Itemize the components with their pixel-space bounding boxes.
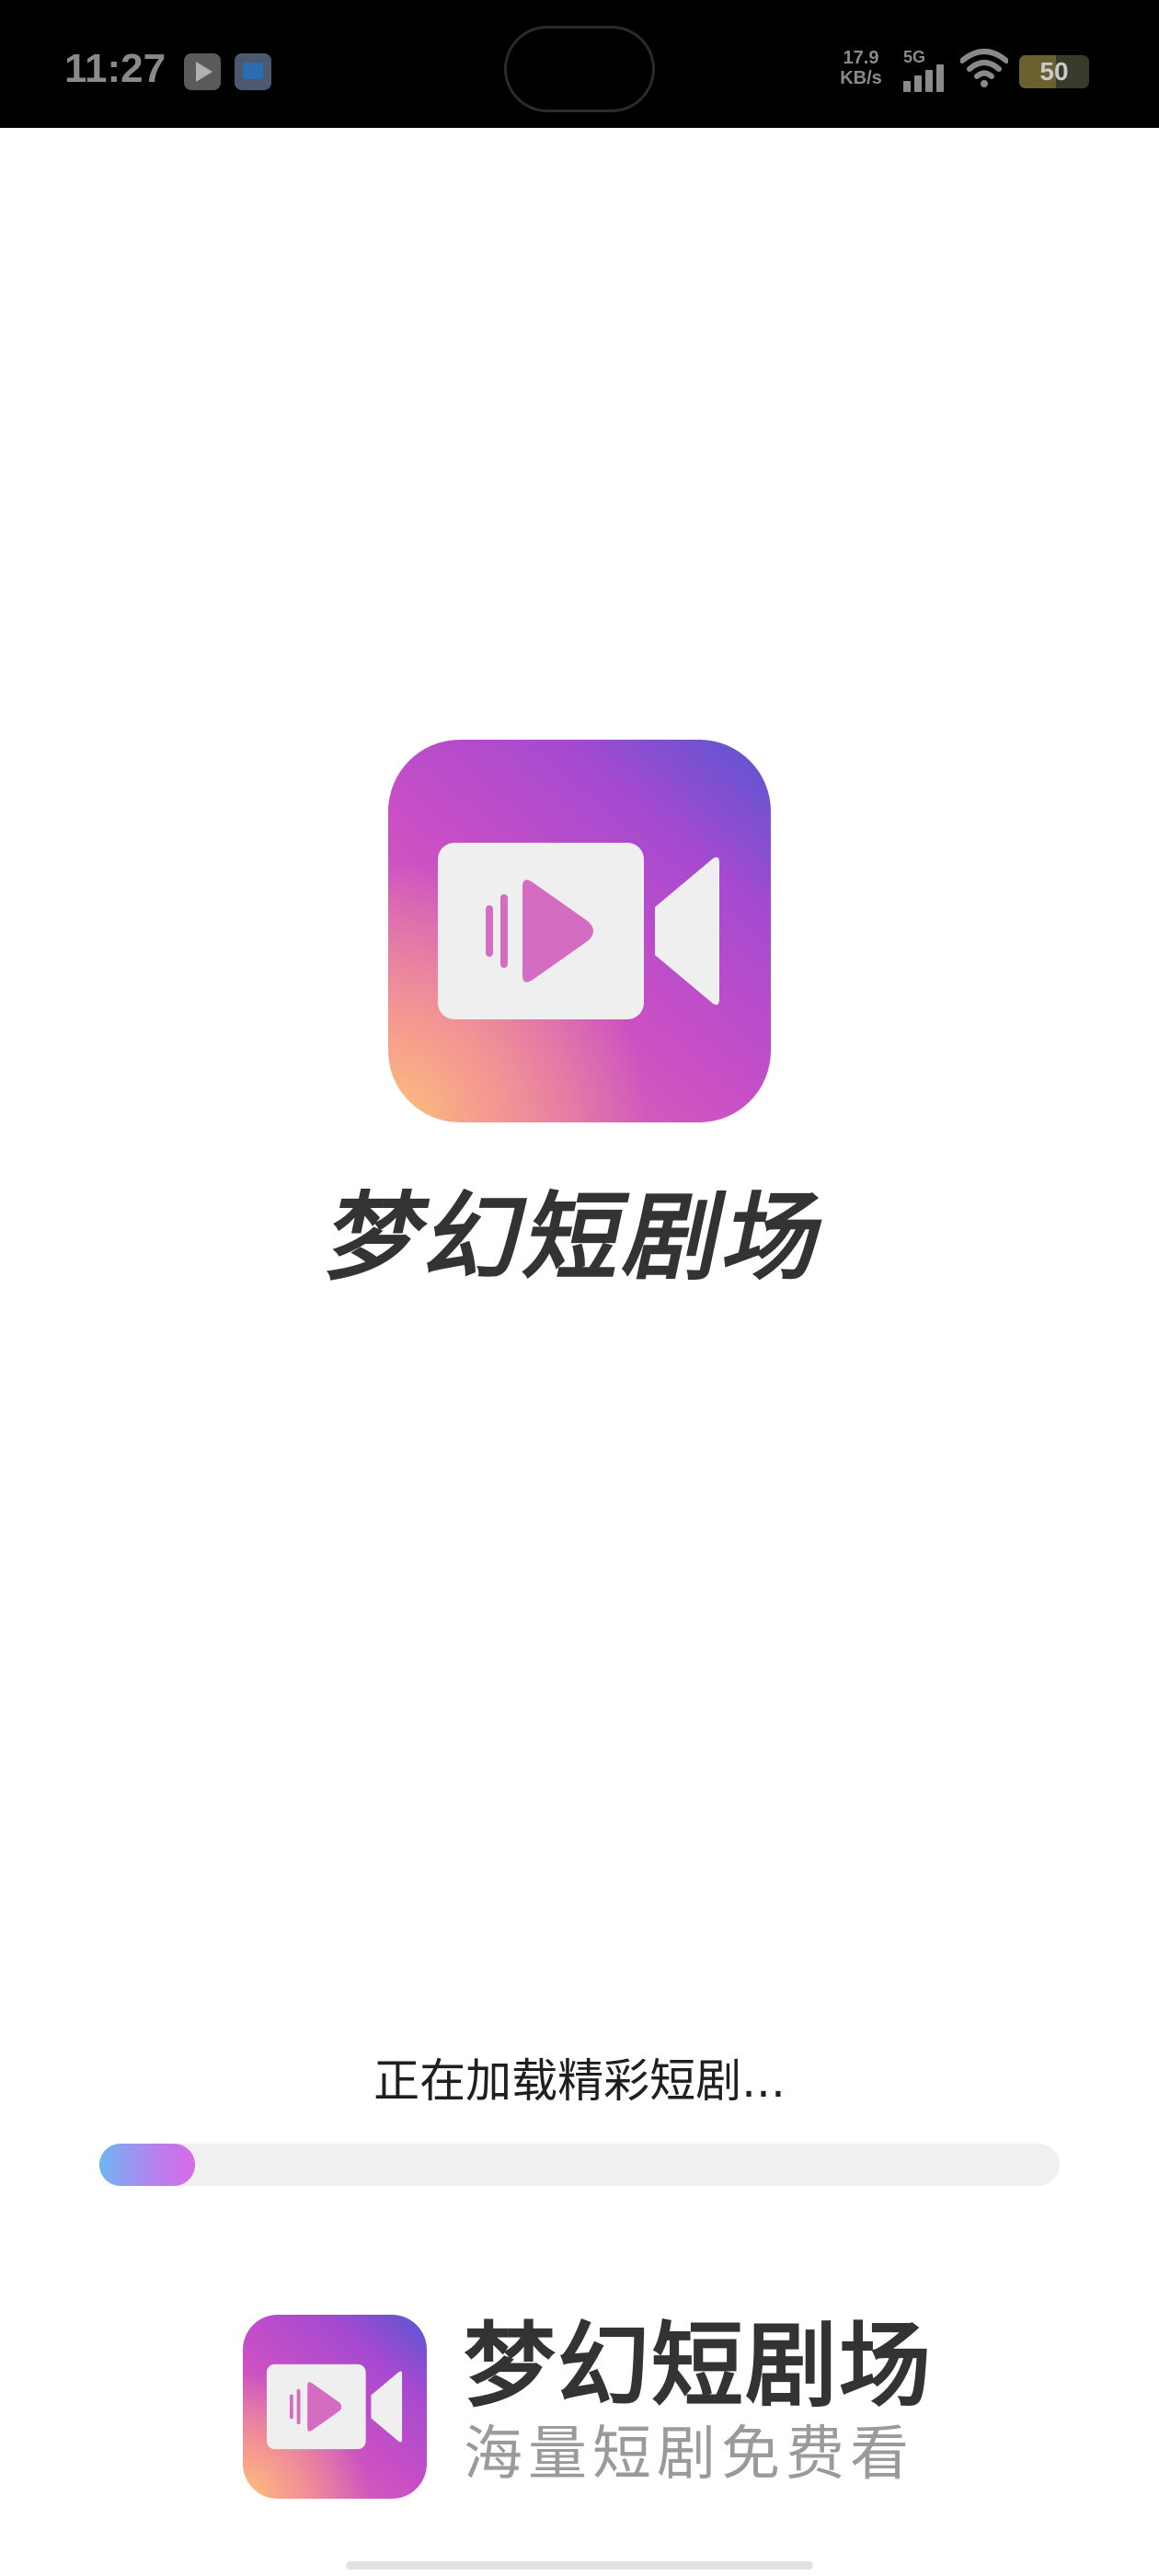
battery-level: 50 [1039,57,1069,86]
battery-icon: 50 [1019,55,1089,88]
video-camera-icon [438,843,719,1019]
splash-screen: 11:27 17.9 KB/s 5G 50 梦幻短剧场 正在加载精彩短剧... … [0,0,1159,2576]
network-speed-value: 17.9 [843,48,879,68]
brand-logo [243,2315,427,2499]
camera-cutout [504,26,655,112]
video-camera-icon [266,2363,403,2450]
loading-progress-fill [99,2144,196,2186]
app-notification-icon [235,53,271,90]
brand-name: 梦幻短剧场 [464,2312,933,2420]
network-speed-unit: KB/s [840,68,882,88]
network-speed: 17.9 KB/s [833,48,889,88]
loading-progress-bar [99,2144,1060,2186]
brand-slogan: 海量短剧免费看 [464,2421,914,2489]
network-type: 5G [903,48,926,66]
cell-signal-icon: 5G [901,48,947,94]
wifi-icon [960,49,1008,87]
status-bar: 11:27 17.9 KB/s 5G 50 [0,0,1159,128]
app-title: 梦幻短剧场 [316,1181,838,1294]
status-time: 11:27 [64,46,166,91]
app-logo [388,740,771,1122]
home-indicator[interactable] [346,2561,813,2570]
loading-text: 正在加载精彩短剧... [373,2054,786,2108]
play-store-icon [184,53,221,90]
